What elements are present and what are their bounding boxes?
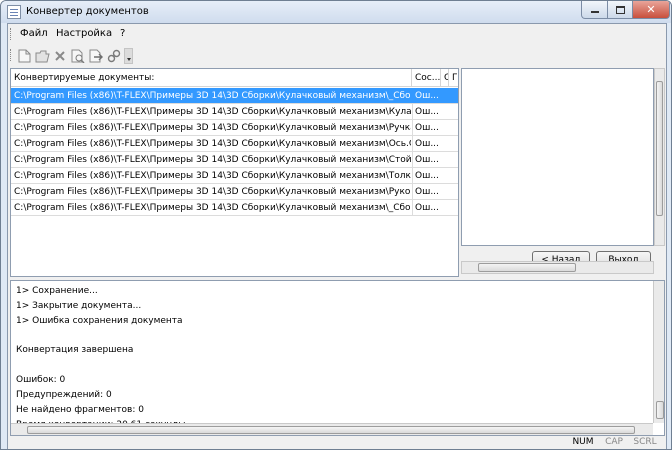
document-status: Ош... [415, 155, 439, 165]
link-icon[interactable] [106, 48, 122, 64]
document-row[interactable]: C:\Program Files (x86)\T-FLEX\Примеры 3D… [11, 120, 458, 136]
document-status: Ош... [415, 107, 439, 117]
column-header-3[interactable]: С [441, 69, 449, 87]
document-path: C:\Program Files (x86)\T-FLEX\Примеры 3D… [14, 139, 411, 149]
log-line: Предупреждений: 0 [16, 390, 112, 400]
document-row[interactable]: C:\Program Files (x86)\T-FLEX\Примеры 3D… [11, 152, 458, 168]
preview-hscroll-thumb[interactable] [478, 263, 576, 272]
log-output: 1> Сохранение... 1> Закрытие документа..… [10, 280, 665, 436]
cell-divider [412, 120, 413, 136]
preview-icon[interactable] [70, 48, 86, 64]
document-status: Ош... [415, 91, 439, 101]
toolbar-overflow-button[interactable] [124, 48, 133, 64]
cell-divider [412, 200, 413, 216]
document-status: Ош... [415, 171, 439, 181]
document-row[interactable]: C:\Program Files (x86)\T-FLEX\Примеры 3D… [11, 104, 458, 120]
new-document-icon[interactable] [16, 48, 32, 64]
menu-file[interactable]: Файл [20, 28, 48, 39]
menu-settings[interactable]: Настройка [56, 28, 112, 39]
close-icon: ✕ [646, 3, 656, 16]
menu-help[interactable]: ? [120, 28, 125, 39]
cell-divider [412, 136, 413, 152]
preview-panel: < Назад Выход [461, 68, 665, 277]
document-status: Ош... [415, 203, 439, 213]
close-button[interactable]: ✕ [632, 1, 670, 19]
log-line: Ошибок: 0 [16, 375, 66, 385]
toolbar [8, 45, 666, 67]
title-bar[interactable]: Конвертер документов ✕ [1, 1, 671, 23]
preview-horizontal-scrollbar[interactable] [461, 261, 654, 274]
log-line: Конвертация завершена [16, 345, 134, 355]
document-path: C:\Program Files (x86)\T-FLEX\Примеры 3D… [14, 91, 411, 101]
document-row[interactable]: C:\Program Files (x86)\T-FLEX\Примеры 3D… [11, 168, 458, 184]
log-line: 1> Сохранение... [16, 286, 98, 296]
maximize-icon [615, 5, 625, 14]
log-line: 1> Закрытие документа... [16, 301, 142, 311]
column-header-4[interactable]: Г [449, 69, 458, 87]
status-bar: NUM CAP SCRL [8, 437, 666, 449]
document-row[interactable]: C:\Program Files (x86)\T-FLEX\Примеры 3D… [11, 200, 458, 216]
preview-scroll-thumb[interactable] [656, 81, 663, 216]
document-path: C:\Program Files (x86)\T-FLEX\Примеры 3D… [14, 107, 411, 117]
log-line: Не найдено фрагментов: 0 [16, 405, 144, 415]
app-icon [7, 5, 21, 19]
document-path: C:\Program Files (x86)\T-FLEX\Примеры 3D… [14, 123, 411, 133]
document-path: C:\Program Files (x86)\T-FLEX\Примеры 3D… [14, 203, 411, 213]
document-status: Ош... [415, 139, 439, 149]
export-icon[interactable] [88, 48, 104, 64]
log-vertical-scrollbar[interactable] [653, 281, 664, 423]
client-area: Файл Настройка ? Конвертируемые документ… [7, 23, 667, 449]
document-row[interactable]: C:\Program Files (x86)\T-FLEX\Примеры 3D… [11, 136, 458, 152]
maximize-button[interactable] [607, 1, 633, 19]
app-window: Конвертер документов ✕ Файл Настройка ? [0, 0, 672, 450]
document-row[interactable]: C:\Program Files (x86)\T-FLEX\Примеры 3D… [11, 184, 458, 200]
scroll-lock-indicator: SCRL [633, 437, 657, 447]
num-lock-indicator: NUM [572, 437, 594, 447]
log-hscroll-thumb[interactable] [27, 426, 635, 434]
menu-bar: Файл Настройка ? [8, 24, 666, 44]
document-status: Ош... [415, 187, 439, 197]
log-horizontal-scrollbar[interactable] [11, 423, 653, 435]
minimize-icon [590, 11, 599, 13]
log-scroll-thumb[interactable] [656, 401, 664, 419]
minimize-button[interactable] [581, 1, 608, 19]
preview-vertical-scrollbar[interactable] [654, 68, 665, 246]
document-row[interactable]: C:\Program Files (x86)\T-FLEX\Примеры 3D… [11, 88, 458, 104]
document-list: Конвертируемые документы: Сос... С Г C:\… [10, 68, 459, 277]
cell-divider [412, 104, 413, 120]
window-title: Конвертер документов [26, 6, 149, 17]
toolbar-grip-icon[interactable] [10, 49, 12, 61]
column-header-documents[interactable]: Конвертируемые документы: [11, 69, 412, 87]
cell-divider [412, 168, 413, 184]
document-path: C:\Program Files (x86)\T-FLEX\Примеры 3D… [14, 171, 411, 181]
cell-divider [412, 152, 413, 168]
menu-grip-icon[interactable] [10, 28, 12, 40]
document-path: C:\Program Files (x86)\T-FLEX\Примеры 3D… [14, 155, 411, 165]
preview-area [461, 68, 654, 246]
document-status: Ош... [415, 123, 439, 133]
caps-lock-indicator: CAP [605, 437, 623, 447]
column-header-status[interactable]: Сос... [412, 69, 441, 87]
log-line: 1> Ошибка сохранения документа [16, 316, 183, 326]
delete-icon[interactable] [52, 48, 68, 64]
cell-divider [412, 184, 413, 200]
open-folder-icon[interactable] [34, 48, 50, 64]
document-path: C:\Program Files (x86)\T-FLEX\Примеры 3D… [14, 187, 411, 197]
